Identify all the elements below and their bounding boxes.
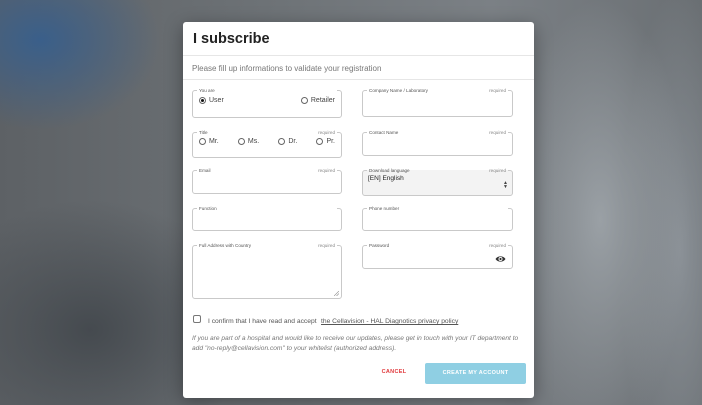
- contact-name-legend: Contact Name required: [367, 130, 508, 135]
- function-legend: Function: [197, 206, 337, 211]
- eye-icon[interactable]: [495, 255, 506, 263]
- address-legend: Full Address with Country required: [197, 243, 337, 248]
- cancel-button[interactable]: CANCEL: [375, 366, 413, 378]
- subscribe-dialog: I subscribe Please fill up informations …: [183, 22, 534, 398]
- company-legend: Company Name / Laboratory required: [367, 88, 508, 93]
- radio-ms[interactable]: Ms.: [237, 137, 260, 145]
- title-divider: [183, 55, 534, 56]
- download-language-required: required: [489, 168, 506, 173]
- radio-mr-circle[interactable]: [199, 137, 206, 145]
- download-language-value: [EN] English: [368, 175, 404, 182]
- privacy-policy-link[interactable]: the Cellavision - HAL Diagnotics privacy…: [321, 318, 458, 325]
- company-label: Company Name / Laboratory: [369, 88, 428, 93]
- consent-row: I confirm that I have read and accept th…: [193, 310, 458, 328]
- radio-retailer-circle[interactable]: [300, 96, 308, 104]
- radio-pr[interactable]: Pr.: [316, 137, 335, 145]
- resize-grip-icon[interactable]: [334, 291, 339, 296]
- privacy-checkbox[interactable]: [193, 315, 201, 323]
- radio-pr-label: Pr.: [326, 137, 335, 145]
- dialog-title: I subscribe: [193, 31, 270, 47]
- radio-user-label: User: [209, 96, 224, 104]
- radio-mr[interactable]: Mr.: [199, 137, 219, 145]
- radio-retailer[interactable]: Retailer: [300, 96, 335, 104]
- subtitle-divider: [183, 79, 534, 80]
- radio-pr-circle[interactable]: [316, 137, 324, 145]
- title-label: Title: [199, 130, 208, 135]
- you-are-label: You are: [199, 88, 215, 93]
- radio-user-circle[interactable]: [199, 96, 206, 104]
- email-legend: Email required: [197, 168, 337, 173]
- phone-legend: Phone number: [367, 206, 508, 211]
- title-required: required: [318, 130, 335, 135]
- phone-field[interactable]: Phone number: [362, 206, 513, 231]
- email-field[interactable]: Email required: [192, 168, 342, 194]
- password-required: required: [489, 243, 506, 248]
- function-label: Function: [199, 206, 217, 211]
- password-legend: Password required: [367, 243, 508, 248]
- contact-name-field[interactable]: Contact Name required: [362, 130, 513, 156]
- radio-mr-label: Mr.: [209, 137, 219, 145]
- phone-label: Phone number: [369, 206, 400, 211]
- function-field[interactable]: Function: [192, 206, 342, 231]
- radio-dr[interactable]: Dr.: [278, 137, 298, 145]
- address-label: Full Address with Country: [199, 243, 252, 248]
- email-label: Email: [199, 168, 211, 173]
- company-field[interactable]: Company Name / Laboratory required: [362, 88, 513, 117]
- password-field[interactable]: Password required: [362, 243, 513, 269]
- radio-ms-label: Ms.: [247, 137, 260, 145]
- radio-dr-label: Dr.: [288, 137, 298, 145]
- contact-name-label: Contact Name: [369, 130, 399, 135]
- password-label: Password: [369, 243, 390, 248]
- select-arrows-icon: ▲ ▼: [503, 180, 508, 190]
- company-required: required: [489, 88, 506, 93]
- email-required: required: [318, 168, 335, 173]
- consent-text: I confirm that I have read and accept: [208, 318, 317, 325]
- contact-name-required: required: [489, 130, 506, 135]
- dialog-subtitle: Please fill up informations to validate …: [192, 64, 382, 73]
- radio-retailer-label: Retailer: [310, 96, 335, 104]
- address-required: required: [318, 243, 335, 248]
- you-are-fieldset: You are User Retailer: [192, 88, 342, 118]
- title-fieldset: Title required Mr. Ms. Dr. Pr.: [192, 130, 342, 158]
- radio-dr-circle[interactable]: [278, 137, 286, 145]
- download-language-select[interactable]: Download language required [EN] English ▲…: [362, 168, 513, 196]
- address-textarea[interactable]: Full Address with Country required: [192, 243, 342, 299]
- create-account-button[interactable]: CREATE MY ACCOUNT: [425, 363, 526, 384]
- radio-user[interactable]: User: [199, 96, 224, 104]
- whitelist-notice: If you are part of a hospital and would …: [192, 335, 519, 352]
- radio-ms-circle[interactable]: [237, 137, 245, 145]
